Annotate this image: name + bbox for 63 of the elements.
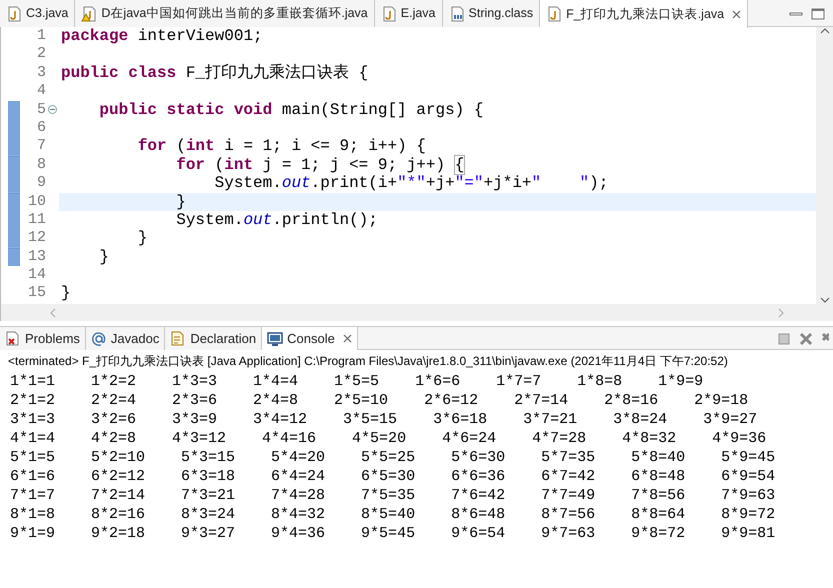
line-number: 1 bbox=[36, 27, 46, 46]
editor-tab[interactable]: F_打印九九乘法口诀表.java bbox=[540, 0, 748, 28]
java-file-icon bbox=[546, 6, 562, 22]
console-output-line: 3*1=3 3*2=6 3*3=9 3*4=12 3*5=15 3*6=18 3*7=21 3*8=24 3*9=27 bbox=[9, 410, 758, 429]
line-number: 11 bbox=[26, 210, 46, 230]
close-icon[interactable] bbox=[342, 334, 352, 343]
console-output-line: 2*1=2 2*2=4 2*3=6 2*4=8 2*5=10 2*6=12 2*7=14 2*8=16 2*9=18 bbox=[9, 391, 748, 410]
declaration-icon bbox=[170, 330, 186, 346]
remove-icon[interactable] bbox=[799, 332, 813, 346]
view-tab[interactable]: Console bbox=[262, 327, 358, 350]
console-output-line: 4*1=4 4*2=8 4*3=12 4*4=16 4*5=20 4*6=24 4*7=28 4*8=32 4*9=36 bbox=[9, 429, 766, 448]
code-line: } bbox=[136, 229, 148, 248]
code-line: public class F_打印九九乘法口诀表 { bbox=[61, 64, 368, 82]
close-icon[interactable] bbox=[732, 10, 742, 18]
console-output-line: 5*1=5 5*2=10 5*3=15 5*4=20 5*5=25 5*6=30 5*7=35 5*8=40 5*9=45 bbox=[9, 448, 776, 467]
line-number: 13 bbox=[26, 248, 46, 266]
console-output-line: 9*1=9 9*2=18 9*3=27 9*4=36 9*5=45 9*6=54 9*7=63 9*8=72 9*9=81 bbox=[9, 524, 776, 543]
console-output-line: 8*1=8 8*2=16 8*3=24 8*4=32 8*5=40 8*6=48 8*7=56 8*8=64 8*9=72 bbox=[9, 505, 776, 524]
code-line: } bbox=[98, 248, 110, 266]
view-tab[interactable]: Declaration bbox=[165, 327, 262, 350]
code-line: package interView001; bbox=[61, 27, 263, 45]
code-line: public static void main(String[] args) { bbox=[98, 100, 484, 119]
code-line: System.out.print(i+"*"+j+"="+j*i+" "); bbox=[214, 174, 608, 192]
vertical-scrollbar[interactable] bbox=[816, 27, 833, 304]
line-number: 12 bbox=[26, 229, 46, 248]
line-number: 8 bbox=[36, 156, 46, 174]
line-number: 6 bbox=[36, 118, 46, 138]
code-line: } bbox=[61, 284, 71, 302]
line-number: 5 bbox=[36, 100, 46, 119]
editor-tab[interactable]: String.class bbox=[442, 0, 540, 27]
line-number: 2 bbox=[36, 45, 46, 64]
java-file-icon bbox=[6, 6, 22, 22]
editor-tab[interactable]: E.java bbox=[374, 0, 443, 27]
line-number: 3 bbox=[36, 64, 46, 82]
line-number: 14 bbox=[26, 266, 46, 284]
line-number: 7 bbox=[36, 137, 46, 156]
console-output-line: 1*1=1 1*2=2 1*3=3 1*4=4 1*5=5 1*6=6 1*7=7 1*8=8 1*9=9 bbox=[9, 372, 704, 391]
maximize-icon[interactable] bbox=[811, 8, 825, 20]
line-number: 15 bbox=[26, 284, 46, 303]
code-line: for (int i = 1; i <= 9; i++) { bbox=[136, 137, 426, 156]
stop-icon[interactable] bbox=[777, 332, 791, 346]
code-line: for (int j = 1; j <= 9; j++) { bbox=[175, 156, 464, 174]
console-output-line: 6*1=6 6*2=12 6*3=18 6*4=24 6*5=30 6*6=36 6*7=42 6*8=48 6*9=54 bbox=[9, 467, 776, 486]
scroll-down-icon[interactable] bbox=[820, 296, 830, 304]
view-tab[interactable]: Javadoc bbox=[86, 327, 166, 350]
view-tab[interactable]: Problems bbox=[0, 327, 86, 350]
java-file-icon bbox=[380, 6, 397, 22]
editor-tab[interactable]: D在java中国如何跳出当前的多重嵌套循环.java bbox=[75, 0, 375, 27]
collapse-icon[interactable] bbox=[48, 105, 57, 114]
editor-tab[interactable]: C3.java bbox=[0, 0, 76, 27]
line-number: 4 bbox=[36, 82, 46, 101]
console-header: <terminated> F_打印九九乘法口诀表 [Java Application] C:\Program Files\Java\jre1.8.0_311\bin\javaw.exe (2021年11月4日 下午7:20:52) bbox=[7, 353, 729, 370]
line-number: 10 bbox=[26, 192, 46, 211]
problems-icon bbox=[5, 330, 21, 346]
scroll-up-icon[interactable] bbox=[820, 27, 830, 35]
console-output-line: 7*1=7 7*2=14 7*3=21 7*4=28 7*5=35 7*6=42 7*7=49 7*8=56 7*9=63 bbox=[9, 486, 776, 505]
line-number: 9 bbox=[36, 174, 46, 193]
code-line: System.out.println(); bbox=[175, 210, 378, 229]
at-sign-icon bbox=[90, 330, 107, 346]
code-line: } bbox=[175, 192, 186, 211]
java-file-warning-icon bbox=[81, 6, 98, 22]
class-file-icon bbox=[448, 6, 465, 22]
console-icon bbox=[267, 330, 284, 346]
